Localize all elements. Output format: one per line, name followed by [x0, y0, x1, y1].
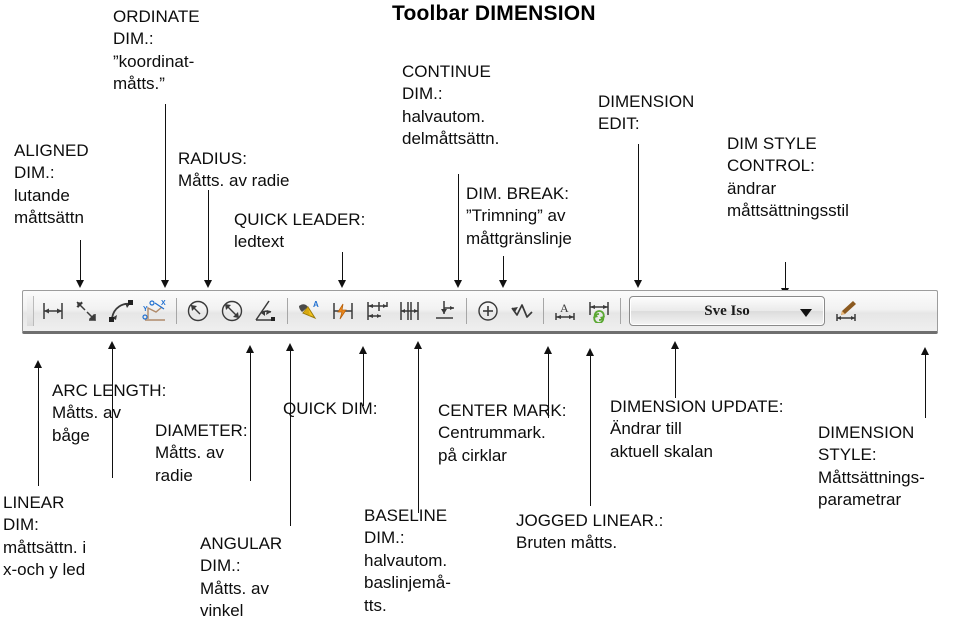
leader-arrowhead-radius: [204, 280, 212, 288]
continue-dimension-icon: [398, 299, 424, 323]
annotation-dimension-update: DIMENSION UPDATE: Ändrar till aktuell sk…: [610, 397, 784, 461]
annotation-diameter: DIAMETER: Måtts. av radie: [155, 421, 248, 485]
svg-text:A: A: [560, 301, 569, 315]
leader-arrowhead-dimension-style: [921, 347, 929, 355]
leader-angular-dim: [290, 351, 292, 526]
toolbar-button-radius-dimension[interactable]: [181, 294, 215, 328]
toolbar-separator: [620, 298, 621, 324]
toolbar-button-baseline-dimension[interactable]: [360, 294, 394, 328]
leader-dimension-style: [925, 355, 927, 418]
leader-continue-dim: [458, 174, 460, 282]
toolbar-separator: [543, 298, 544, 324]
leader-arrowhead-quick-leader: [338, 280, 346, 288]
toolbar-button-ordinate-dimension[interactable]: YX: [138, 294, 172, 328]
chevron-down-icon[interactable]: [800, 309, 812, 317]
quick-dimension-icon: [330, 299, 356, 323]
leader-dim-break: [503, 256, 505, 282]
leader-jogged-linear: [590, 356, 592, 506]
leader-arrowhead-quick-dim: [359, 346, 367, 354]
leader-dim-style-control: [785, 262, 787, 290]
svg-text:X: X: [161, 300, 166, 307]
leader-ordinate-dim: [165, 104, 167, 282]
annotation-radius: RADIUS: Måtts. av radie: [178, 149, 290, 191]
toolbar-separator: [466, 298, 467, 324]
annotation-continue-dim: CONTINUE DIM.: halvautom. delmåttsättn.: [402, 62, 500, 149]
annotation-quick-leader: QUICK LEADER: ledtext: [234, 210, 366, 252]
annotation-dimension-edit: DIMENSION EDIT:: [598, 92, 695, 134]
toolbar-button-dimension-space[interactable]: [428, 294, 462, 328]
center-mark-icon: [475, 299, 501, 323]
leader-aligned-dim: [80, 240, 82, 282]
leader-arrowhead-dimension-edit: [634, 280, 642, 288]
annotation-jogged-linear: JOGGED LINEAR.: Bruten måtts.: [516, 511, 664, 553]
toolbar-button-dimension-update[interactable]: [582, 294, 616, 328]
dimension-style-brush-icon: [833, 299, 859, 323]
dimension-edit-icon: A: [552, 299, 578, 323]
diameter-dimension-icon: [219, 299, 245, 323]
toolbar-button-angular-dimension[interactable]: [249, 294, 283, 328]
leader-quick-leader: [342, 252, 344, 282]
leader-baseline-dim: [418, 349, 420, 513]
leader-arrowhead-angular-dim: [286, 343, 294, 351]
leader-dimension-edit: [638, 144, 640, 282]
ordinate-dimension-icon: YX: [142, 299, 168, 323]
toolbar-button-diameter-dimension[interactable]: [215, 294, 249, 328]
leader-diameter: [250, 353, 252, 481]
leader-radius: [208, 190, 210, 282]
annotation-linear-dim: LINEAR DIM: måttsättn. i x-och y led: [3, 493, 87, 580]
toolbar-separator: [176, 298, 177, 324]
leader-linear-dim: [38, 368, 40, 486]
leader-arrowhead-baseline-dim: [414, 341, 422, 349]
leader-arrowhead-ordinate-dim: [161, 280, 169, 288]
annotation-quick-dim: QUICK DIM:: [283, 399, 378, 418]
annotation-angular-dim: ANGULAR DIM.: Måtts. av vinkel: [200, 534, 283, 621]
leader-arrowhead-center-mark: [544, 346, 552, 354]
toolbar-button-arc-length-dimension[interactable]: [104, 294, 138, 328]
svg-text:A: A: [313, 300, 319, 309]
toolbar-button-center-mark[interactable]: [471, 294, 505, 328]
toolbar-button-linear-dimension[interactable]: [36, 294, 70, 328]
leader-arrowhead-diameter: [246, 345, 254, 353]
toolbar-button-quick-dimension[interactable]: [326, 294, 360, 328]
baseline-dimension-icon: [364, 299, 390, 323]
annotation-baseline-dim: BASELINE DIM.: halvautom. baslinjemå- tt…: [364, 506, 451, 615]
linear-dimension-icon: [40, 299, 66, 323]
toolbar-separator: [287, 298, 288, 324]
quick-leader-icon: A: [296, 299, 322, 323]
dim-style-control-combobox[interactable]: Sve Iso: [629, 296, 825, 326]
dimension-space-icon: [432, 299, 458, 323]
toolbar-button-aligned-dimension[interactable]: [70, 294, 104, 328]
toolbar-button-dimension-edit[interactable]: A: [548, 294, 582, 328]
annotation-dim-style-control: DIM STYLE CONTROL: ändrar måttsättningss…: [727, 134, 849, 221]
angular-dimension-icon: [253, 299, 279, 323]
radius-dimension-icon: [185, 299, 211, 323]
leader-arrowhead-dimension-update: [671, 341, 679, 349]
toolbar-button-quick-leader[interactable]: A: [292, 294, 326, 328]
annotation-aligned-dim: ALIGNED DIM.: lutande måttsättn: [14, 141, 89, 228]
leader-arrowhead-jogged-linear: [586, 348, 594, 356]
toolbar-grip[interactable]: [27, 296, 34, 326]
dim-style-control-value: Sve Iso: [704, 302, 750, 319]
annotation-ordinate-dim: ORDINATE DIM.: ”koordinat- måtts.”: [113, 7, 200, 94]
toolbar-button-dimension-style[interactable]: [829, 294, 863, 328]
toolbar-button-dimension-break[interactable]: [505, 294, 539, 328]
arc-length-dimension-icon: [108, 299, 134, 323]
leader-arrowhead-aligned-dim: [76, 280, 84, 288]
leader-arrowhead-linear-dim: [34, 360, 42, 368]
annotation-dimension-style: DIMENSION STYLE: Måttsättnings- parametr…: [818, 423, 925, 510]
toolbar-button-continue-dimension[interactable]: [394, 294, 428, 328]
leader-arrowhead-continue-dim: [454, 280, 462, 288]
annotation-center-mark: CENTER MARK: Centrummark. på cirklar: [438, 401, 567, 465]
annotation-arc-length: ARC LENGTH: Måtts. av båge: [52, 381, 167, 445]
aligned-dimension-icon: [74, 299, 100, 323]
svg-text:Y: Y: [143, 306, 148, 313]
dimension-update-icon: [586, 299, 612, 323]
annotation-dim-break: DIM. BREAK: ”Trimning” av måttgränslinje: [466, 184, 572, 248]
leader-arrowhead-arc-length: [108, 341, 116, 349]
leader-dimension-update: [675, 349, 677, 398]
leader-arrowhead-dim-break: [499, 280, 507, 288]
dimension-break-icon: [509, 299, 535, 323]
page-title: Toolbar DIMENSION: [392, 2, 596, 25]
dimension-toolbar[interactable]: YX A A Sve Iso: [22, 290, 938, 334]
